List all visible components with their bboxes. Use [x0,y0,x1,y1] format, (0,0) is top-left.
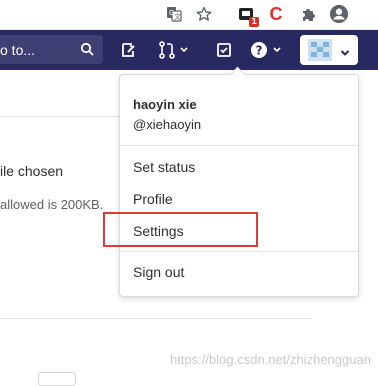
search-icon [80,42,94,61]
chevron-down-icon [340,45,350,63]
merge-request-icon[interactable] [158,40,188,60]
translate-icon[interactable]: G 文 [164,4,184,24]
menu-item-label: Sign out [133,264,185,280]
issues-icon[interactable] [216,40,232,60]
menu-item-settings[interactable]: Settings [120,218,358,244]
help-icon[interactable]: ? [250,40,284,60]
svg-text:?: ? [256,44,263,58]
user-menu-toggle[interactable] [300,35,358,65]
menu-item-profile[interactable]: Profile [120,186,358,212]
extension-badge-count: 1 [249,17,259,27]
menu-item-label: Set status [133,159,196,175]
user-dropdown-menu: haoyin xie @xiehaoyin Set status Profile… [119,66,359,297]
search-input[interactable]: o to... [0,35,103,64]
extension-badge-icon[interactable]: 1 [236,4,259,27]
top-navbar: o to... ? [0,30,378,70]
menu-item-label: Settings [133,223,184,239]
bookmark-star-icon[interactable] [194,4,214,24]
section-divider [0,318,312,319]
button-stub[interactable] [38,372,76,386]
user-full-name: haoyin xie [133,97,197,112]
avatar [308,39,332,66]
menu-divider [120,145,358,146]
size-hint-text: allowed is 200KB. [0,197,104,212]
menu-item-sign-out[interactable]: Sign out [120,259,358,285]
browser-toolbar: G 文 1 C [0,0,378,30]
search-placeholder: o to... [0,42,36,58]
user-handle: @xiehaoyin [133,117,202,132]
watermark-text: https://blog.csdn.net/zhizhengguan [170,352,371,367]
file-status-text: ile chosen [0,163,64,179]
profile-account-icon[interactable] [329,4,349,24]
svg-text:文: 文 [174,12,181,21]
menu-item-set-status[interactable]: Set status [120,154,358,180]
todo-icon[interactable] [120,40,138,60]
menu-divider [120,251,358,252]
menu-item-label: Profile [133,191,173,207]
csdn-letter: C [269,3,283,24]
extensions-puzzle-icon[interactable] [298,4,318,24]
csdn-c-icon[interactable]: C [266,4,286,24]
